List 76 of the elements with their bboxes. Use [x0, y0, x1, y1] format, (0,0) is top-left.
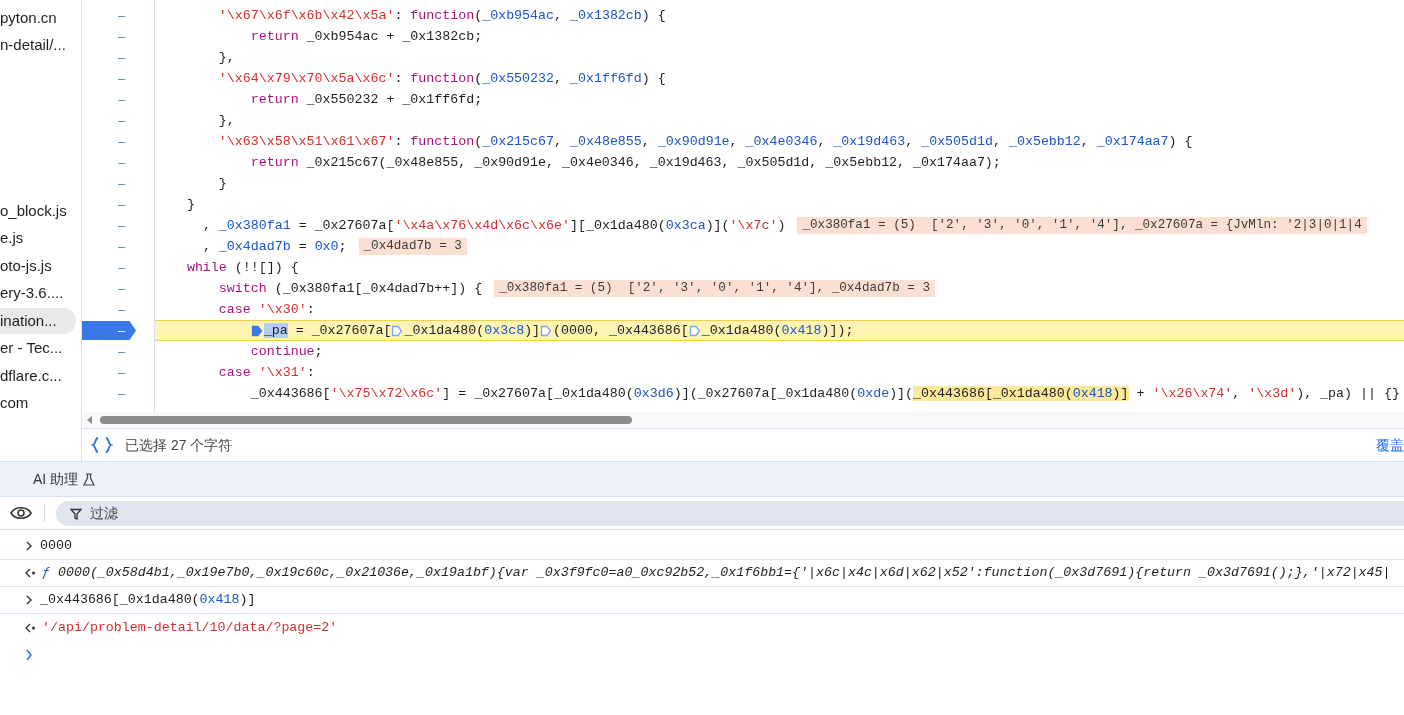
code-line: },	[218, 48, 235, 67]
flask-icon	[83, 472, 96, 486]
file-tab[interactable]: e.js	[0, 225, 32, 252]
filter-icon	[70, 507, 82, 520]
code-line: return _0x550232 + _0x1ff6fd;	[250, 90, 483, 109]
code-line: continue;	[250, 342, 323, 361]
line-marker[interactable]: –	[118, 194, 126, 215]
file-tab[interactable]: er - Tec...	[0, 335, 71, 362]
output-chevron-icon	[25, 622, 35, 633]
console-text: '/api/problem-detail/10/data/?page=2'	[42, 618, 338, 637]
line-marker[interactable]: –	[118, 131, 126, 152]
scrollbar-thumb[interactable]	[100, 416, 632, 424]
code-line: _0x1da480(0x418)]);	[701, 321, 854, 340]
output-chevron-icon	[25, 568, 35, 578]
code-line: case '\x30':	[218, 300, 315, 319]
code-line: '\x64\x79\x70\x5a\x6c': function(_0x550232, _0x1ff6fd) {	[218, 69, 666, 88]
pretty-print-icon[interactable]	[91, 436, 113, 454]
file-tab[interactable]: oto-js.js	[0, 252, 60, 279]
code-line: switch (_0x380fa1[_0x4dad7b++]) {	[218, 279, 483, 298]
line-marker[interactable]: –	[118, 215, 126, 236]
file-tab[interactable]: o_block.js	[0, 197, 75, 224]
code-line: }	[218, 174, 227, 193]
console-text: _0x443686[_0x1da480(0x418)]	[40, 591, 256, 610]
line-marker[interactable]: –	[118, 89, 126, 110]
breakpoint-marker-icon[interactable]	[688, 324, 701, 337]
file-tab[interactable]: com	[0, 390, 37, 417]
line-marker[interactable]: –	[118, 110, 126, 131]
line-marker[interactable]: –	[118, 47, 126, 68]
breakpoint-marker-icon[interactable]	[391, 324, 404, 337]
eye-icon[interactable]	[10, 506, 32, 520]
input-chevron-icon	[25, 595, 33, 605]
code-line: (0000, _0x443686[	[553, 321, 689, 340]
line-marker[interactable]: –	[118, 68, 126, 89]
code-line: , _0x4dad7b = 0x0;	[202, 237, 347, 256]
filter-field[interactable]: 过滤	[56, 500, 1404, 526]
code-line: _0x443686['\x75\x72\x6c'] = _0x27607a[_0x1da480(0x3d6)](_0x27607a[_0x1da480(0xde)](_0x443686[_0x1da480(0x418)] + '\x26\x74', '\x3d'), _pa) || {}	[250, 384, 1400, 403]
line-marker[interactable]: –	[118, 173, 126, 194]
code-line: },	[218, 111, 235, 130]
line-marker[interactable]: –	[118, 341, 126, 362]
selection-status: 已选择 27 个字符	[125, 435, 233, 455]
line-marker[interactable]: –	[118, 26, 126, 47]
code-line: _pa = _0x27607a[	[263, 321, 392, 340]
code-line: '\x63\x58\x51\x61\x67': function(_0x215c67, _0x48e855, _0x90d91e, _0x4e0346, _0x19d463, _0x505d1d, _0x5ebb12, _0x174aa7) {	[218, 132, 1193, 151]
line-marker[interactable]: –	[118, 383, 126, 404]
breakpoint-marker-icon[interactable]	[540, 324, 553, 337]
scroll-left-icon[interactable]	[87, 416, 93, 424]
file-tab[interactable]: n-detail/...	[0, 32, 74, 59]
coverage-link[interactable]: 覆盖	[1376, 434, 1404, 456]
line-marker[interactable]: –	[118, 236, 126, 257]
console-text: ƒ 0000(_0x58d4b1,_0x19e7b0,_0x19c60c,_0x21036e,_0x19a1bf){var _0x3f9fc0=a0_0xc92b52,_0x1f6bb1={'|x6c|x4c|x6d|x62|x52':function(_0x3d7691){return _0x3d7691();},'|x72|x45|	[42, 564, 1391, 583]
file-tab[interactable]: dflare.c...	[0, 362, 70, 389]
inline-value: _0x4dad7b = 3	[358, 238, 467, 255]
breakpoint-marker-icon[interactable]	[250, 324, 263, 337]
code-line: return _0xb954ac + _0x1382cb;	[250, 27, 483, 46]
file-tab[interactable]: ination...	[0, 307, 76, 334]
line-marker[interactable]: –	[118, 278, 126, 299]
line-marker[interactable]: –	[118, 152, 126, 173]
console-text: 0000	[40, 537, 72, 556]
input-chevron-icon	[25, 541, 33, 551]
line-marker[interactable]: –	[118, 362, 126, 383]
inline-value: _0x380fa1 = (5) ['2', '3', '0', '1', '4'], _0x27607a = {JvMln: '2|3|0|1|4	[797, 217, 1367, 234]
drawer-tab[interactable]: AI 助理	[33, 468, 79, 490]
code-line: , _0x380fa1 = _0x27607a['\x4a\x76\x4d\x6c\x6e'][_0x1da480(0x3ca)]('\x7c')	[202, 216, 786, 235]
file-tab[interactable]: pyton.cn	[0, 4, 65, 31]
code-line: }	[186, 195, 195, 214]
line-marker[interactable]: –	[118, 299, 126, 320]
code-line: while (!![]) {	[186, 258, 299, 277]
inline-value: _0x380fa1 = (5) ['2', '3', '0', '1', '4'], _0x4dad7b = 3	[494, 280, 935, 297]
file-tab[interactable]: ery-3.6....	[0, 280, 72, 307]
code-line: _0x1da480(0x3c8)]	[404, 321, 541, 340]
prompt-chevron-icon[interactable]	[25, 648, 33, 661]
code-line: return _0x215c67(_0x48e855, _0x90d91e, _0x4e0346, _0x19d463, _0x505d1d, _0x5ebb12, _0x174aa7);	[250, 153, 1001, 172]
line-marker[interactable]: –	[118, 257, 126, 278]
line-marker[interactable]: –	[118, 5, 126, 26]
code-line: case '\x31':	[218, 363, 315, 382]
code-line: '\x67\x6f\x6b\x42\x5a': function(_0xb954ac, _0x1382cb) {	[218, 6, 666, 25]
